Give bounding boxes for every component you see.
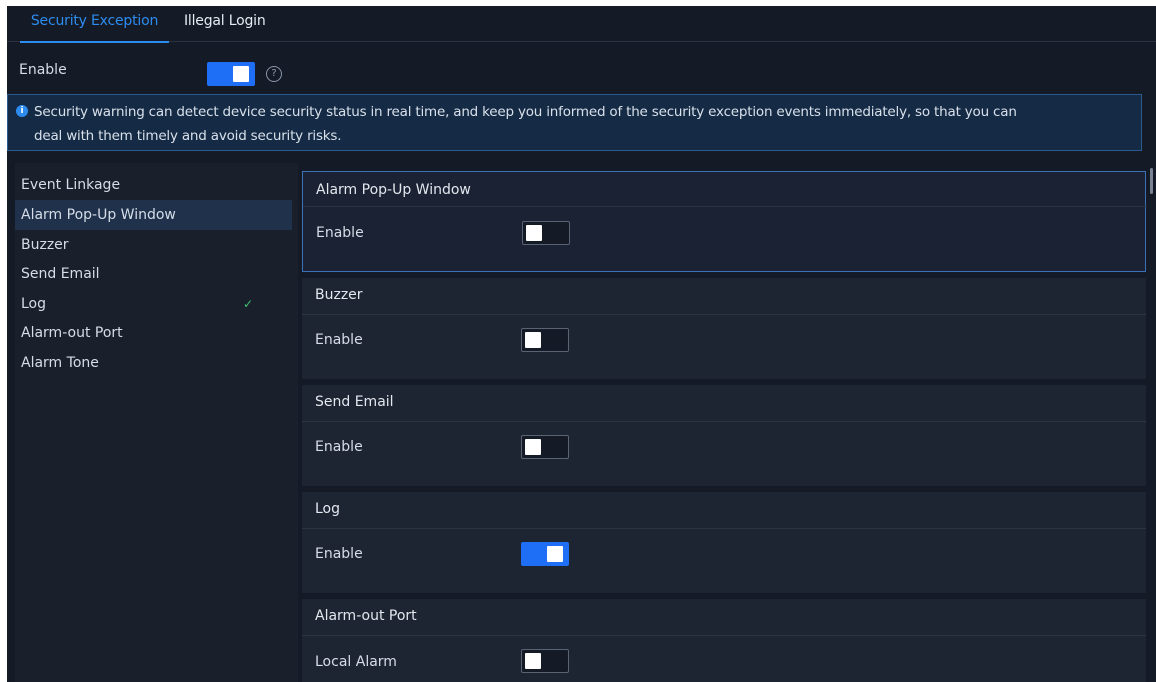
nav-item-send-email[interactable]: Send Email [15, 259, 292, 289]
nav-item-log-label: Log [21, 296, 47, 312]
panel-title: Buzzer [315, 287, 363, 303]
divider [302, 314, 1146, 315]
nav-item-alarm-popup-window[interactable]: Alarm Pop-Up Window [15, 200, 292, 230]
panel-alarm-popup-window: Alarm Pop-Up Window Enable [302, 171, 1147, 272]
scrollbar-thumb[interactable] [1150, 168, 1153, 194]
divider [302, 635, 1146, 636]
nav-item-alarm-tone[interactable]: Alarm Tone [15, 348, 292, 378]
panel-title: Send Email [315, 394, 394, 410]
row-label: Local Alarm [315, 654, 397, 670]
panel-alarm-out-port: Alarm-out Port Local Alarm [302, 599, 1146, 682]
content-scrollbar[interactable] [1149, 163, 1155, 682]
panel-title: Log [315, 501, 341, 517]
panel-title: Alarm Pop-Up Window [316, 182, 471, 198]
panel-send-email: Send Email Enable [302, 385, 1146, 486]
nav-item-event-linkage[interactable]: Event Linkage [15, 170, 292, 200]
panel-log: Log Enable [302, 492, 1146, 593]
row-label: Enable [315, 332, 363, 348]
local-alarm-toggle[interactable] [521, 649, 569, 673]
checkmark-icon: ✓ [243, 297, 254, 311]
divider [302, 528, 1146, 529]
toggle-knob [525, 439, 541, 455]
master-enable-toggle[interactable] [207, 62, 255, 86]
tab-illegal-login[interactable]: Illegal Login [184, 13, 266, 29]
row-label: Enable [315, 546, 363, 562]
enable-toggle[interactable] [521, 435, 569, 459]
linkage-settings-content: Alarm Pop-Up Window Enable Buzzer Enable… [302, 163, 1148, 682]
enable-toggle[interactable] [522, 221, 570, 245]
toggle-knob [525, 653, 541, 669]
info-circle-icon: i [16, 105, 28, 117]
enable-toggle[interactable] [521, 328, 569, 352]
toggle-knob [547, 546, 563, 562]
enable-toggle[interactable] [521, 542, 569, 566]
toggle-knob [233, 66, 249, 82]
security-exception-page: Security Exception Illegal Login Enable … [7, 6, 1156, 682]
nav-item-buzzer[interactable]: Buzzer [15, 230, 292, 260]
panel-title: Alarm-out Port [315, 608, 417, 624]
row-label: Enable [315, 439, 363, 455]
master-enable-label: Enable [19, 62, 67, 78]
event-linkage-nav: Event Linkage Alarm Pop-Up Window Buzzer… [15, 163, 298, 682]
info-text-line-2: deal with them timely and avoid security… [34, 128, 342, 144]
info-text-line-1: Security warning can detect device secur… [34, 104, 1017, 120]
panel-buzzer: Buzzer Enable [302, 278, 1146, 379]
divider [302, 421, 1146, 422]
toggle-knob [525, 332, 541, 348]
toggle-knob [526, 225, 542, 241]
tab-security-exception[interactable]: Security Exception [20, 13, 169, 43]
nav-item-log[interactable]: Log ✓ [15, 289, 292, 319]
question-circle-icon[interactable]: ? [266, 66, 282, 82]
tab-bar: Security Exception Illegal Login [7, 6, 1156, 43]
divider [303, 206, 1147, 207]
nav-item-alarm-out-port[interactable]: Alarm-out Port [15, 318, 292, 348]
row-label: Enable [316, 225, 364, 241]
info-banner: i Security warning can detect device sec… [7, 94, 1142, 151]
